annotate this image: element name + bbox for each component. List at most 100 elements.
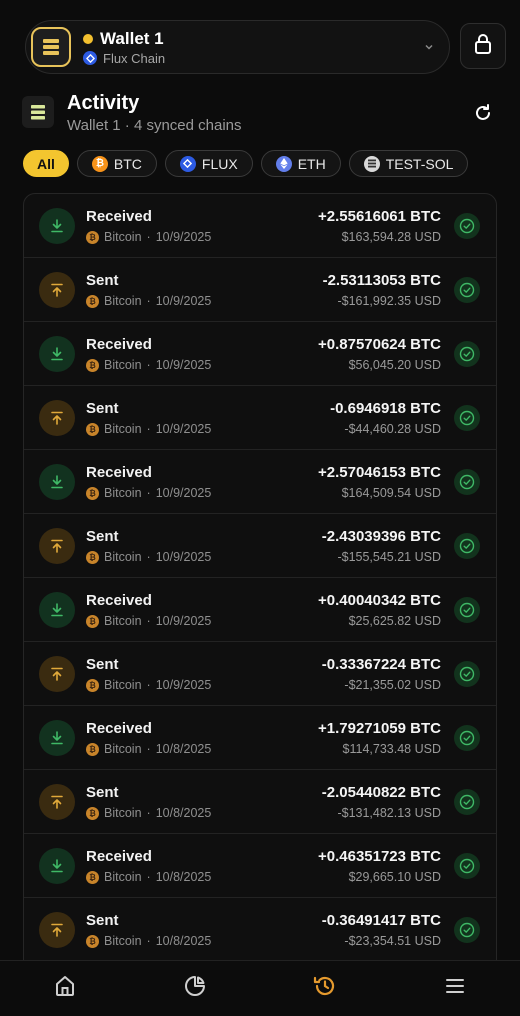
meta-separator: · — [146, 550, 151, 564]
transaction-type: Received — [86, 464, 152, 481]
transaction-date: 10/9/2025 — [155, 422, 212, 436]
receive-arrow-icon — [39, 336, 75, 372]
transaction-meta: ₿ Bitcoin · 10/9/2025 — [86, 614, 211, 628]
transaction-row[interactable]: Sent ₿ Bitcoin · 10/9/2025 -2.43039396 B… — [24, 514, 496, 578]
transaction-type: Received — [86, 336, 152, 353]
send-arrow-icon — [39, 912, 75, 948]
transaction-amount: -0.33367224 BTC — [321, 656, 441, 673]
btc-icon: ₿ — [86, 358, 99, 372]
transaction-usd-value: -$155,545.21 USD — [337, 550, 441, 564]
btc-icon: ₿ — [91, 155, 108, 172]
transaction-amount: -2.53113053 BTC — [322, 272, 441, 289]
transaction-row[interactable]: Sent ₿ Bitcoin · 10/9/2025 -2.53113053 B… — [24, 258, 496, 322]
btc-icon: ₿ — [86, 870, 99, 884]
transaction-row[interactable]: Received ₿ Bitcoin · 10/8/2025 +0.463517… — [24, 834, 496, 898]
transaction-amount: +0.87570624 BTC — [317, 336, 441, 353]
transaction-amount: -0.6946918 BTC — [330, 400, 441, 417]
transaction-type: Sent — [86, 528, 119, 545]
meta-separator: · — [146, 294, 151, 308]
nav-home[interactable] — [45, 969, 85, 1009]
filter-eth[interactable]: ETH — [260, 150, 341, 177]
send-arrow-icon — [39, 272, 75, 308]
transaction-chain: Bitcoin — [104, 742, 142, 756]
send-arrow-icon — [39, 400, 75, 436]
transaction-amount: +0.40040342 BTC — [317, 592, 441, 609]
transaction-meta: ₿ Bitcoin · 10/9/2025 — [86, 230, 211, 244]
transaction-type: Received — [86, 720, 152, 737]
transaction-usd-value: $164,509.54 USD — [341, 486, 441, 500]
meta-separator: · — [146, 614, 151, 628]
transaction-row[interactable]: Received ₿ Bitcoin · 10/8/2025 +1.792710… — [24, 706, 496, 770]
filter-test-sol[interactable]: TEST-SOL — [348, 150, 469, 177]
receive-arrow-icon — [39, 720, 75, 756]
transaction-date: 10/8/2025 — [155, 742, 212, 756]
transaction-chain: Bitcoin — [104, 422, 142, 436]
send-arrow-icon — [39, 528, 75, 564]
confirmed-check-icon — [454, 533, 480, 559]
send-arrow-icon — [39, 784, 75, 820]
transaction-meta: ₿ Bitcoin · 10/8/2025 — [86, 742, 211, 756]
transaction-chain: Bitcoin — [104, 870, 142, 884]
filter-all[interactable]: All — [23, 150, 69, 177]
transaction-date: 10/9/2025 — [155, 294, 212, 308]
receive-arrow-icon — [39, 848, 75, 884]
filter-flux[interactable]: FLUX — [164, 150, 253, 177]
transaction-amount: -2.05440822 BTC — [321, 784, 441, 801]
btc-icon: ₿ — [86, 678, 99, 692]
transaction-type: Sent — [86, 400, 119, 417]
transaction-type: Sent — [86, 656, 119, 673]
transaction-row[interactable]: Received ₿ Bitcoin · 10/9/2025 +0.875706… — [24, 322, 496, 386]
lock-icon — [473, 33, 493, 60]
transaction-amount: +0.46351723 BTC — [317, 848, 441, 865]
transaction-date: 10/9/2025 — [155, 678, 212, 692]
nav-history[interactable] — [305, 969, 345, 1009]
transaction-usd-value: $25,625.82 USD — [348, 614, 441, 628]
transaction-row[interactable]: Received ₿ Bitcoin · 10/9/2025 +0.400403… — [24, 578, 496, 642]
transaction-date: 10/9/2025 — [155, 230, 212, 244]
transaction-row[interactable]: Sent ₿ Bitcoin · 10/8/2025 -0.36491417 B… — [24, 898, 496, 962]
confirmed-check-icon — [454, 213, 480, 239]
wallet-logo-icon — [31, 27, 71, 67]
transaction-date: 10/9/2025 — [155, 550, 212, 564]
transaction-row[interactable]: Sent ₿ Bitcoin · 10/9/2025 -0.33367224 B… — [24, 642, 496, 706]
flux-icon — [179, 155, 196, 172]
confirmed-check-icon — [454, 341, 480, 367]
page-title: Activity — [67, 92, 140, 114]
transaction-type: Received — [86, 592, 152, 609]
transaction-usd-value: $56,045.20 USD — [348, 358, 441, 372]
transaction-amount: -0.36491417 BTC — [321, 912, 441, 929]
transaction-amount: +2.55616061 BTC — [317, 208, 441, 225]
transaction-amount: -2.43039396 BTC — [321, 528, 441, 545]
transaction-row[interactable]: Received ₿ Bitcoin · 10/9/2025 +2.570461… — [24, 450, 496, 514]
sol-icon — [363, 155, 380, 172]
transaction-usd-value: -$23,354.51 USD — [344, 934, 441, 948]
wallet-selector[interactable]: Wallet 1 Flux Chain — [25, 20, 450, 74]
refresh-icon[interactable] — [472, 102, 494, 124]
confirmed-check-icon — [454, 725, 480, 751]
transaction-usd-value: -$131,482.13 USD — [337, 806, 441, 820]
btc-icon: ₿ — [86, 550, 99, 564]
btc-icon: ₿ — [86, 294, 99, 308]
transaction-row[interactable]: Sent ₿ Bitcoin · 10/8/2025 -2.05440822 B… — [24, 770, 496, 834]
bottom-nav — [0, 960, 520, 1016]
confirmed-check-icon — [454, 405, 480, 431]
nav-menu[interactable] — [435, 969, 475, 1009]
transaction-meta: ₿ Bitcoin · 10/9/2025 — [86, 422, 211, 436]
btc-icon: ₿ — [86, 806, 99, 820]
confirmed-check-icon — [454, 917, 480, 943]
nav-portfolio[interactable] — [175, 969, 215, 1009]
transaction-usd-value: -$44,460.28 USD — [344, 422, 441, 436]
chain-name: Flux Chain — [103, 50, 166, 66]
transaction-usd-value: -$161,992.35 USD — [337, 294, 441, 308]
receive-arrow-icon — [39, 464, 75, 500]
meta-separator: · — [146, 230, 151, 244]
filter-label: ETH — [297, 155, 326, 172]
filter-label: TEST-SOL — [385, 155, 454, 172]
transaction-row[interactable]: Received ₿ Bitcoin · 10/9/2025 +2.556160… — [24, 194, 496, 258]
transaction-date: 10/8/2025 — [155, 934, 212, 948]
lock-button[interactable] — [460, 23, 506, 69]
transaction-date: 10/9/2025 — [155, 486, 212, 500]
transaction-meta: ₿ Bitcoin · 10/8/2025 — [86, 806, 211, 820]
filter-btc[interactable]: ₿ BTC — [76, 150, 157, 177]
transaction-row[interactable]: Sent ₿ Bitcoin · 10/9/2025 -0.6946918 BT… — [24, 386, 496, 450]
